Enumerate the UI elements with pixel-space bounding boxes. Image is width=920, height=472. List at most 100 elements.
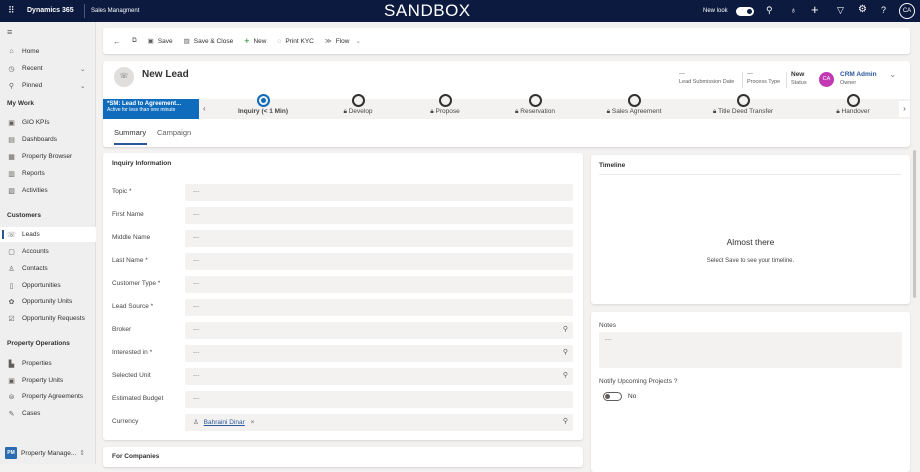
search-icon[interactable]: ⚲	[563, 325, 568, 333]
environment-label: SANDBOX	[384, 1, 471, 20]
lead-source-input[interactable]: ---	[185, 299, 573, 316]
notify-toggle[interactable]	[603, 392, 622, 401]
search-icon[interactable]: ⚲	[563, 371, 568, 379]
process-flyout[interactable]: *SM: Lead to Agreement... Active for les…	[103, 99, 199, 119]
customer-type-input[interactable]: ---	[185, 276, 573, 293]
timeline-heading: Almost there	[726, 237, 775, 247]
print-kyc-button[interactable]: ◌ Print KYC	[277, 38, 313, 45]
field-label-interested-in: Interested in *	[112, 349, 153, 356]
estimated-budget-input[interactable]: ---	[185, 391, 573, 408]
expand-header-chevron-icon[interactable]: ⌄	[889, 69, 897, 80]
app-name[interactable]: Dynamics 365	[27, 7, 74, 14]
sidebar-item-dashboards[interactable]: ▤ Dashboards	[0, 132, 96, 147]
clock-icon: ◷	[8, 65, 15, 73]
opportunity-icon: ▯	[9, 282, 14, 290]
field-label-last-name: Last Name *	[112, 257, 148, 264]
notes-label: Notes	[599, 322, 616, 329]
notes-textarea[interactable]: ---	[599, 332, 902, 368]
field-value: ---	[193, 280, 200, 287]
sidebar-item-opportunity-requests[interactable]: ☑ Opportunity Requests	[0, 311, 96, 326]
new-button[interactable]: + New	[244, 36, 266, 46]
save-icon: ▣	[147, 38, 154, 45]
sidebar-item-contacts[interactable]: ♙ Contacts	[0, 261, 96, 276]
timeline-title: Timeline	[599, 162, 626, 169]
owner-link[interactable]: CRM Admin	[840, 71, 877, 78]
selected-unit-input[interactable]: --- ⚲	[185, 368, 573, 385]
home-icon: ⌂	[9, 48, 14, 55]
sidebar-item-property-agreements[interactable]: ⊜ Property Agreements	[0, 389, 96, 404]
area-name[interactable]: Sales Managment	[91, 8, 139, 14]
currency-value-link[interactable]: Bahraini Dinar	[204, 419, 245, 426]
field-value: ---	[193, 395, 200, 402]
scrollbar[interactable]	[913, 150, 916, 298]
timeline-text: Select Save to see your timeline.	[706, 258, 795, 264]
new-look-toggle[interactable]	[736, 7, 754, 16]
topic-input[interactable]: ---	[185, 184, 573, 201]
chevron-down-icon[interactable]: ⌄	[80, 65, 85, 73]
search-icon[interactable]: ⚲	[766, 5, 773, 16]
field-label-broker: Broker	[112, 326, 132, 333]
field-value: ---	[193, 211, 200, 218]
header-field-lead-submission-date: --- Lead Submission Date	[679, 71, 735, 85]
lightbulb-icon[interactable]: ♁	[790, 5, 797, 15]
bpf-stage-title-deed-transfer[interactable]: 🔒︎ Title Deed Transfer	[683, 94, 803, 116]
section-title: Inquiry Information	[112, 160, 172, 167]
sidebar-item-home[interactable]: ⌂ Home	[0, 44, 96, 59]
tab-summary[interactable]: Summary	[114, 128, 146, 137]
popout-icon[interactable]: ⧉	[132, 37, 137, 45]
save-close-button[interactable]: ▨ Save & Close	[184, 37, 234, 46]
hamburger-icon[interactable]: ≡	[7, 27, 12, 37]
search-icon[interactable]: ⚲	[563, 417, 568, 425]
companies-section	[103, 447, 583, 467]
field-label-selected-unit: Selected Unit	[112, 372, 151, 379]
search-icon[interactable]: ⚲	[563, 348, 568, 356]
sidebar-item-property-browser[interactable]: ▦ Property Browser	[0, 149, 96, 164]
app-switcher[interactable]: PM Property Manage... ⇕	[0, 442, 96, 464]
sidebar-item-properties[interactable]: ▙ Properties	[0, 356, 96, 371]
unit-icon: ✿	[8, 298, 15, 306]
last-name-input[interactable]: ---	[185, 253, 573, 270]
sidebar-item-opportunities[interactable]: ▯ Opportunities	[0, 278, 96, 293]
currency-lookup[interactable]: ♙ Bahraini Dinar × ⚲	[185, 414, 573, 431]
lead-icon: ☏	[7, 231, 16, 239]
field-label-currency: Currency	[112, 418, 139, 425]
interested-in-input[interactable]: --- ⚲	[185, 345, 573, 362]
back-icon[interactable]: ←	[113, 37, 121, 46]
bpf-stage-handover[interactable]: 🔒︎ Handover	[793, 94, 913, 116]
sidebar-item-property-units[interactable]: ▣ Property Units	[0, 373, 96, 388]
app-launcher-icon[interactable]: ⠿	[8, 5, 15, 16]
bpf-stage-sales-agreement[interactable]: 🔒︎ Sales Agreement	[574, 94, 694, 116]
remove-icon[interactable]: ×	[251, 419, 255, 426]
tab-campaign[interactable]: Campaign	[157, 128, 191, 137]
broker-input[interactable]: --- ⚲	[185, 322, 573, 339]
sidebar-item-gio-kpis[interactable]: ▣ GIO KPIs	[0, 115, 96, 130]
sidebar-item-pinned[interactable]: ⚲ Pinned ⌄	[0, 78, 96, 93]
first-name-input[interactable]: ---	[185, 207, 573, 224]
sidebar-item-accounts[interactable]: ▢ Accounts	[0, 244, 96, 259]
sidebar-item-reports[interactable]: ▥ Reports	[0, 166, 96, 181]
sidebar-item-recent[interactable]: ◷ Recent ⌄	[0, 61, 96, 76]
currency-entity-icon: ♙	[193, 419, 199, 426]
sidebar-item-leads[interactable]: ☏ Leads	[0, 227, 96, 242]
field-label-middle-name: Middle Name	[112, 234, 151, 241]
sidebar-item-opportunity-units[interactable]: ✿ Opportunity Units	[0, 294, 96, 309]
sidebar-item-cases[interactable]: ✎ Cases	[0, 406, 96, 421]
plus-icon[interactable]: +	[811, 2, 819, 17]
filter-icon[interactable]: ▽	[837, 5, 844, 16]
record-title: New Lead	[142, 69, 189, 80]
sidebar-item-activities[interactable]: ▧ Activities	[0, 183, 96, 198]
app-badge: PM	[5, 447, 17, 459]
kpi-icon: ▣	[8, 119, 15, 127]
field-value: ---	[193, 349, 200, 356]
middle-name-input[interactable]: ---	[185, 230, 573, 247]
help-icon[interactable]: ?	[881, 5, 886, 15]
report-icon: ▥	[8, 170, 15, 178]
user-avatar[interactable]: CA	[899, 3, 915, 19]
flow-button[interactable]: ≫ Flow ⌄	[325, 37, 361, 46]
owner-label: Owner	[840, 80, 857, 86]
chevron-down-icon[interactable]: ⌄	[80, 82, 85, 90]
gear-icon[interactable]: ⚙	[858, 4, 867, 15]
divider	[84, 4, 85, 18]
switch-icon: ⇕	[79, 450, 86, 457]
save-button[interactable]: ▣ Save	[147, 37, 173, 46]
